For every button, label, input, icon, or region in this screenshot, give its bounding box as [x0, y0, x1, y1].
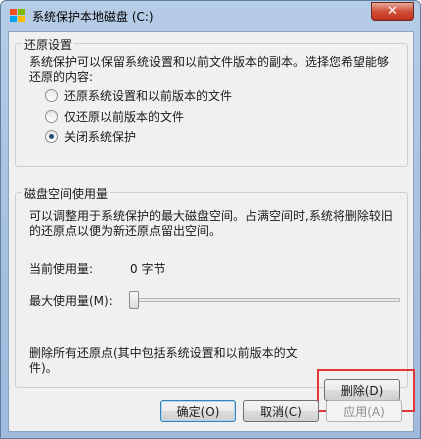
- restore-settings-title: 还原设置: [22, 36, 75, 53]
- radio-restore-settings-and-files[interactable]: 还原系统设置和以前版本的文件: [45, 87, 232, 104]
- disk-usage-description: 可以调整用于系统保护的最大磁盘空间。占满空间时,系统将删除较旧的还原点以便为新还…: [29, 209, 393, 238]
- radio-circle[interactable]: [45, 110, 58, 123]
- restore-description: 系统保护可以保留系统设置和以前文件版本的副本。选择您希望能够还原的内容:: [29, 55, 390, 84]
- radio-circle[interactable]: [45, 89, 58, 102]
- delete-description: 删除所有还原点(其中包括系统设置和以前版本的文件)。: [29, 346, 298, 375]
- ok-button[interactable]: 确定(O): [160, 400, 236, 422]
- current-usage-label: 当前使用量:: [29, 262, 94, 276]
- dialog-client-area: 还原设置 系统保护可以保留系统设置和以前文件版本的副本。选择您希望能够还原的内容…: [8, 31, 415, 432]
- radio-label: 仅还原以前版本的文件: [64, 110, 185, 124]
- close-button[interactable]: ✕: [371, 2, 414, 21]
- max-usage-label: 最大使用量(M):: [29, 294, 113, 308]
- radio-restore-files-only[interactable]: 仅还原以前版本的文件: [45, 108, 184, 125]
- system-protection-dialog: 系统保护本地磁盘 (C:) ✕ 还原设置 系统保护可以保留系统设置和以前文件版本…: [0, 0, 421, 439]
- cancel-button[interactable]: 取消(C): [243, 400, 319, 422]
- radio-label: 还原系统设置和以前版本的文件: [64, 89, 233, 103]
- max-usage-slider-track[interactable]: [132, 298, 400, 302]
- window-title: 系统保护本地磁盘 (C:): [32, 10, 154, 24]
- windows-logo-icon: [10, 9, 25, 22]
- current-usage-value: 0 字节: [130, 262, 166, 276]
- close-icon: ✕: [387, 4, 398, 19]
- delete-button[interactable]: 删除(D): [324, 379, 400, 401]
- apply-button[interactable]: 应用(A): [326, 400, 402, 422]
- radio-turn-off-protection[interactable]: 关闭系统保护: [45, 128, 136, 145]
- title-bar[interactable]: 系统保护本地磁盘 (C:) ✕: [1, 1, 420, 33]
- disk-usage-title: 磁盘空间使用量: [22, 185, 111, 202]
- max-usage-slider-thumb[interactable]: [129, 291, 139, 309]
- radio-label: 关闭系统保护: [64, 130, 137, 144]
- radio-circle-selected[interactable]: [45, 130, 58, 143]
